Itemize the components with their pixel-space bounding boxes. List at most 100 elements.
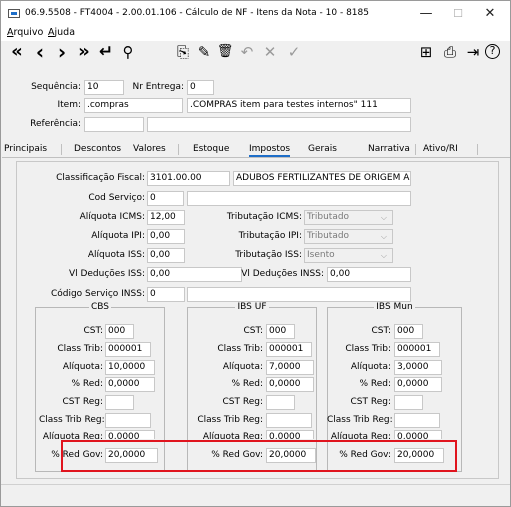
chevron-down-icon: ⌵ [380, 232, 387, 241]
ibs-uf-cst-field[interactable]: 000 [266, 324, 295, 339]
class-fiscal-field[interactable]: 3101.00.00 [147, 171, 230, 186]
maximize-button[interactable]: ☐ [443, 5, 473, 23]
cbs-cst-field[interactable]: 000 [105, 324, 134, 339]
tributacao-icms-value: Tributado [307, 212, 350, 222]
item-code-field[interactable]: .compras [84, 98, 183, 113]
cod-servico-field[interactable]: 0 [147, 191, 184, 206]
search-icon[interactable]: ⚲ [118, 42, 138, 62]
ibs-uf-cst-reg-field[interactable] [266, 395, 295, 410]
minimize-button[interactable]: — [411, 5, 441, 23]
tributacao-iss-select[interactable]: Isento ⌵ [304, 248, 393, 263]
aliquota-iss-label: Alíquota ISS: [87, 250, 145, 260]
sequencia-label: Sequência: [31, 82, 81, 92]
codigo-servico-inss-label: Código Serviço INSS: [50, 289, 145, 299]
group-cbs-title: CBS [88, 302, 111, 312]
menu-arquivo[interactable]: Arquivo [7, 27, 43, 38]
last-record-icon[interactable]: » [74, 42, 94, 62]
first-record-icon[interactable]: « [7, 42, 27, 62]
tab-estoque[interactable]: Estoque [193, 144, 229, 154]
tributacao-icms-label: Tributação ICMS: [226, 212, 302, 222]
ibs-mun-aliquota-field[interactable]: 3,0000 [394, 360, 442, 375]
cod-servico-label: Cod Serviço: [88, 193, 145, 203]
ibs-mun-cst-reg-field[interactable] [394, 395, 423, 410]
next-record-icon[interactable]: › [52, 42, 72, 62]
ibs-uf-cst-label: CST: [243, 326, 263, 336]
tab-descontos[interactable]: Descontos [74, 144, 121, 154]
exit-icon[interactable]: ⇥ [463, 42, 483, 62]
close-button[interactable]: ✕ [475, 5, 505, 23]
ibs-mun-class-trib-reg-label: Class Trib Reg: [327, 415, 393, 425]
tab-gerais[interactable]: Gerais [308, 144, 337, 154]
help-icon[interactable]: ? [485, 44, 500, 59]
tributacao-iss-value: Isento [307, 250, 335, 260]
nr-entrega-label: Nr Entrega: [132, 82, 184, 92]
aliquota-ipi-field[interactable]: 0,00 [147, 229, 185, 244]
cbs-cst-reg-field[interactable] [105, 395, 134, 410]
ibs-uf-aliquota-label: Alíquota: [222, 362, 263, 372]
tab-impostos[interactable]: Impostos [249, 144, 291, 157]
vl-deducoes-iss-field[interactable]: 0,00 [147, 267, 242, 282]
cbs-class-trib-reg-field[interactable] [105, 413, 151, 428]
confirm-icon[interactable]: ✓ [284, 42, 304, 62]
ibs-mun-class-trib-field[interactable]: 000001 [394, 342, 440, 357]
ibs-mun-aliquota-reg-field[interactable]: 0,0000 [394, 430, 442, 439]
toolbar: « ‹ › » ↵ ⚲ ⎘ ✎ 🗑 ↶ ✕ ✓ ⊞ ⎙ ⇥ ? [1, 41, 510, 63]
class-fiscal-label: Classificação Fiscal: [56, 173, 145, 183]
cbs-red-field[interactable]: 0,0000 [105, 377, 155, 392]
cbs-class-trib-reg-label: Class Trib Reg: [39, 415, 105, 425]
tab-principais[interactable]: Principais [4, 144, 47, 154]
aliquota-icms-field[interactable]: 12,00 [147, 210, 185, 225]
edit-icon[interactable]: ✎ [194, 42, 214, 62]
codigo-servico-inss-field[interactable]: 0 [147, 287, 185, 302]
print-icon[interactable]: ⎙ [440, 42, 460, 62]
cbs-cst-reg-label: CST Reg: [62, 397, 104, 407]
ibs-mun-cst-label: CST: [371, 326, 391, 336]
tab-valores[interactable]: Valores [133, 144, 166, 154]
cbs-class-trib-field[interactable]: 000001 [105, 342, 151, 357]
vl-deducoes-inss-field[interactable]: 0,00 [327, 267, 411, 282]
vl-deducoes-inss-label: Vl Deduções INSS: [241, 269, 324, 279]
tributacao-icms-select[interactable]: Tributado ⌵ [304, 210, 393, 225]
ibs-uf-aliquota-reg-field[interactable]: 0,0000 [266, 430, 314, 439]
cbs-aliquota-reg-field[interactable]: 0,0000 [105, 430, 155, 439]
return-icon[interactable]: ↵ [96, 42, 116, 62]
tab-bar: Principais Descontos Valores Estoque Imp… [2, 142, 510, 158]
tab-narrativa[interactable]: Narrativa [368, 144, 410, 154]
ibs-mun-red-field[interactable]: 0,0000 [394, 377, 442, 392]
aliquota-icms-label: Alíquota ICMS: [79, 212, 145, 222]
new-icon[interactable]: ⎘ [173, 42, 193, 62]
cbs-cst-label: CST: [83, 326, 103, 336]
ibs-uf-aliquota-reg-label: Alíquota Reg: [202, 432, 263, 439]
cbs-aliquota-field[interactable]: 10,0000 [105, 360, 155, 375]
cbs-red-label: % Red: [71, 379, 103, 389]
nr-entrega-field[interactable]: 0 [187, 80, 214, 95]
referencia-description-field [147, 117, 411, 132]
app-window: 06.9.5508 - FT4004 - 2.00.01.106 - Cálcu… [0, 0, 511, 507]
tab-ativo-ri[interactable]: Ativo/RI [423, 144, 458, 154]
ibs-uf-class-trib-field[interactable]: 000001 [266, 342, 312, 357]
referencia-code-field[interactable] [84, 117, 144, 132]
ibs-mun-cst-field[interactable]: 000 [394, 324, 423, 339]
tributacao-ipi-select[interactable]: Tributado ⌵ [304, 229, 393, 244]
group-ibs-mun-title: IBS Mun [374, 302, 415, 312]
ibs-uf-aliquota-field[interactable]: 7,0000 [266, 360, 314, 375]
tree-icon[interactable]: ⊞ [416, 42, 436, 62]
chevron-down-icon: ⌵ [380, 213, 387, 222]
ibs-mun-class-trib-reg-field[interactable] [394, 413, 440, 428]
ibs-uf-red-field[interactable]: 0,0000 [266, 377, 314, 392]
sequencia-field[interactable]: 10 [84, 80, 124, 95]
cbs-aliquota-label: Alíquota: [62, 362, 103, 372]
ibs-uf-cst-reg-label: CST Reg: [222, 397, 264, 407]
tab-separator [61, 144, 62, 155]
previous-record-icon[interactable]: ‹ [30, 42, 50, 62]
chevron-down-icon: ⌵ [380, 251, 387, 260]
undo-icon[interactable]: ↶ [237, 42, 257, 62]
delete-icon[interactable]: 🗑 [215, 42, 235, 62]
window-title: 06.9.5508 - FT4004 - 2.00.01.106 - Cálcu… [25, 8, 369, 18]
ibs-uf-class-trib-reg-field[interactable] [266, 413, 312, 428]
aliquota-iss-field[interactable]: 0,00 [147, 248, 185, 263]
group-ibs-uf-title: IBS UF [235, 302, 269, 312]
cancel-icon[interactable]: ✕ [260, 42, 280, 62]
status-bar [1, 484, 510, 506]
menu-ajuda[interactable]: Ajuda [48, 27, 75, 38]
